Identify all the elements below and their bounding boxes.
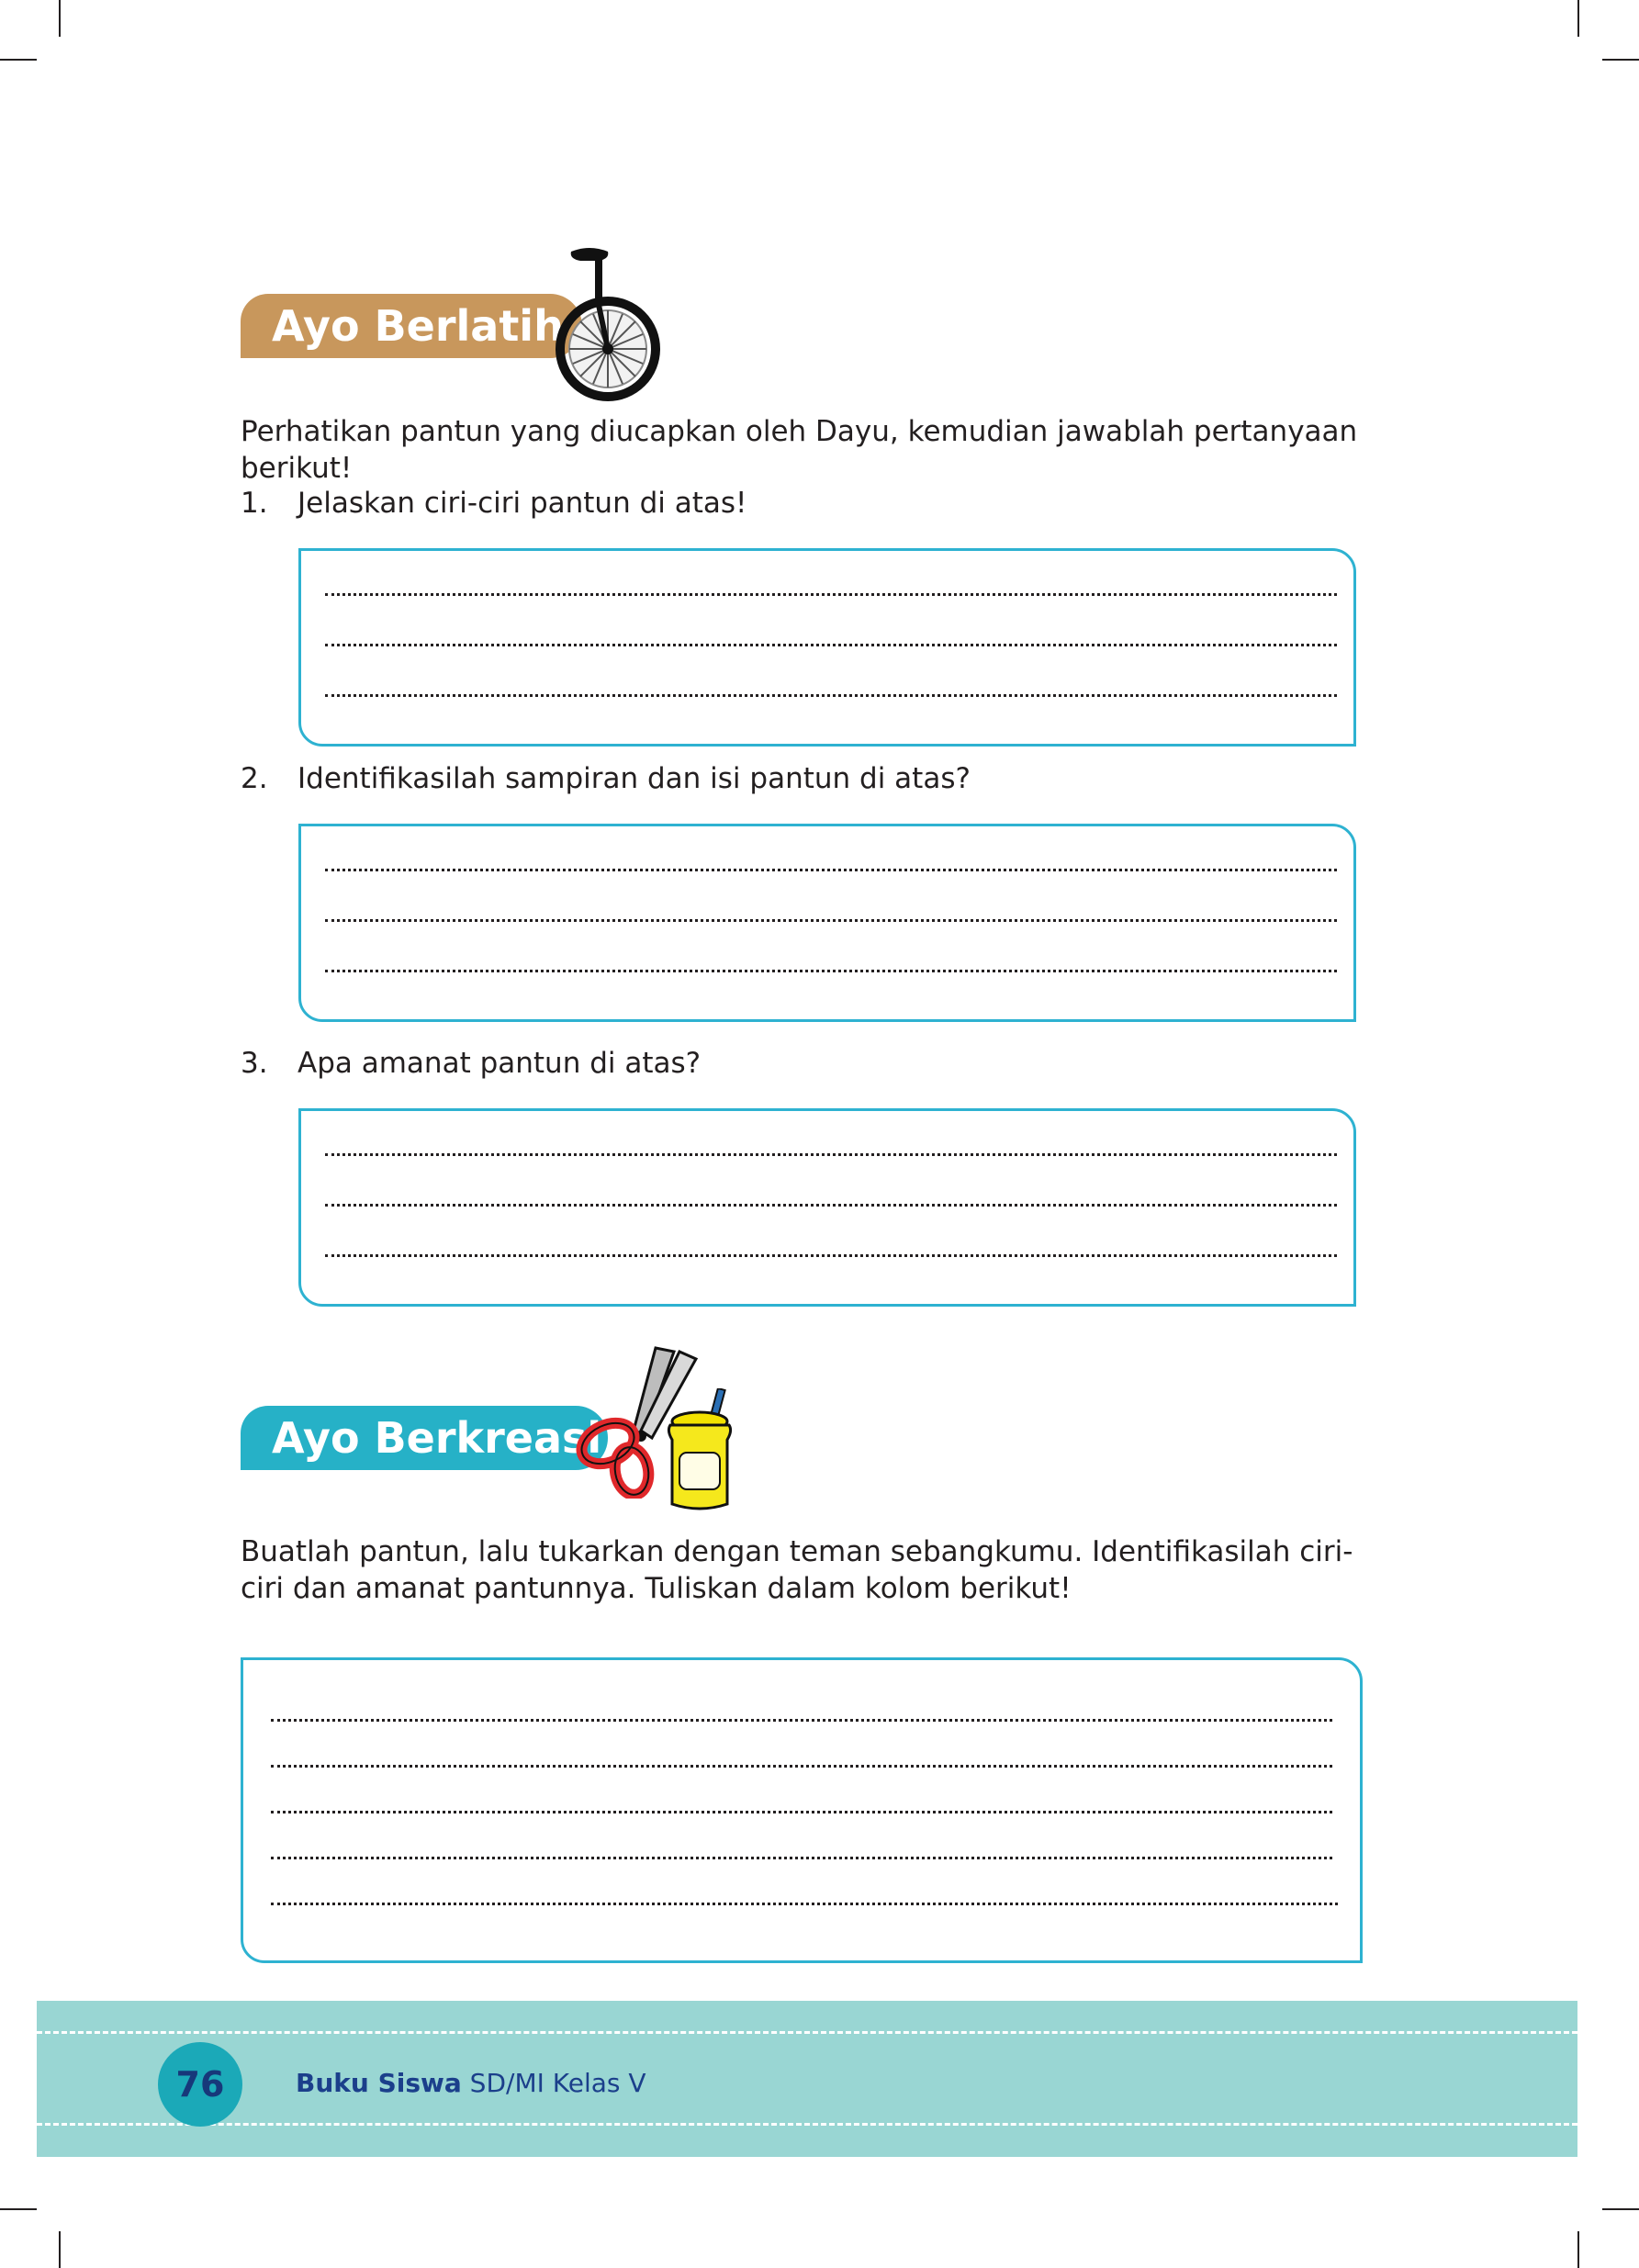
glue-jar-icon (667, 1388, 733, 1510)
question-number: 1. (241, 487, 268, 520)
book-title: Buku Siswa SD/MI Kelas V (296, 2065, 646, 2102)
dotted-line (325, 644, 1337, 646)
crop-mark (1577, 0, 1579, 37)
footer-dash-line (37, 2123, 1577, 2126)
section-title-text: Ayo Berkreasi (272, 1413, 602, 1463)
answer-box-1[interactable] (298, 548, 1356, 747)
question-text: Identifikasilah sampiran dan isi pantun … (297, 762, 971, 795)
answer-box-2[interactable] (298, 824, 1356, 1022)
crop-mark (0, 2208, 37, 2210)
crop-mark (1602, 59, 1639, 61)
page-number: 76 (158, 2042, 242, 2127)
dotted-line (325, 593, 1337, 596)
dotted-line (325, 1153, 1337, 1156)
crop-mark (1577, 2231, 1579, 2268)
section-title-text: Ayo Berlatih (272, 301, 564, 351)
dotted-line (325, 869, 1337, 871)
crop-mark (1602, 2208, 1639, 2210)
page-number-text: 76 (175, 2064, 225, 2105)
question-text: Jelaskan ciri-ciri pantun di atas! (297, 487, 747, 520)
dotted-line (325, 694, 1337, 697)
dotted-line (271, 1903, 1338, 1905)
instruction-text: Buatlah pantun, lalu tukarkan dengan tem… (241, 1535, 1353, 1605)
dotted-line (271, 1857, 1332, 1859)
dotted-line (325, 970, 1337, 972)
dotted-line (271, 1719, 1332, 1722)
footer-band (37, 2001, 1577, 2157)
question-number: 2. (241, 762, 268, 795)
answer-box-3[interactable] (298, 1108, 1356, 1307)
crop-mark (59, 0, 61, 37)
question-number: 3. (241, 1047, 268, 1080)
answer-box-berkreasi[interactable] (241, 1657, 1363, 1963)
dotted-line (325, 919, 1337, 922)
dotted-line (271, 1811, 1332, 1813)
dotted-line (325, 1254, 1337, 1257)
question-text: Apa amanat pantun di atas? (297, 1047, 702, 1080)
section-title-berlatih: Ayo Berlatih (241, 294, 582, 358)
dotted-line (271, 1765, 1332, 1768)
unicycle-icon (556, 248, 660, 401)
book-title-rest: SD/MI Kelas V (461, 2068, 646, 2098)
footer-dash-line (37, 2031, 1577, 2034)
crop-mark (0, 59, 37, 61)
crop-mark (59, 2231, 61, 2268)
intro-text: Perhatikan pantun yang diucapkan oleh Da… (241, 415, 1358, 485)
section-title-berkreasi: Ayo Berkreasi (241, 1406, 608, 1470)
book-title-bold: Buku Siswa (296, 2068, 462, 2098)
dotted-line (325, 1204, 1337, 1207)
